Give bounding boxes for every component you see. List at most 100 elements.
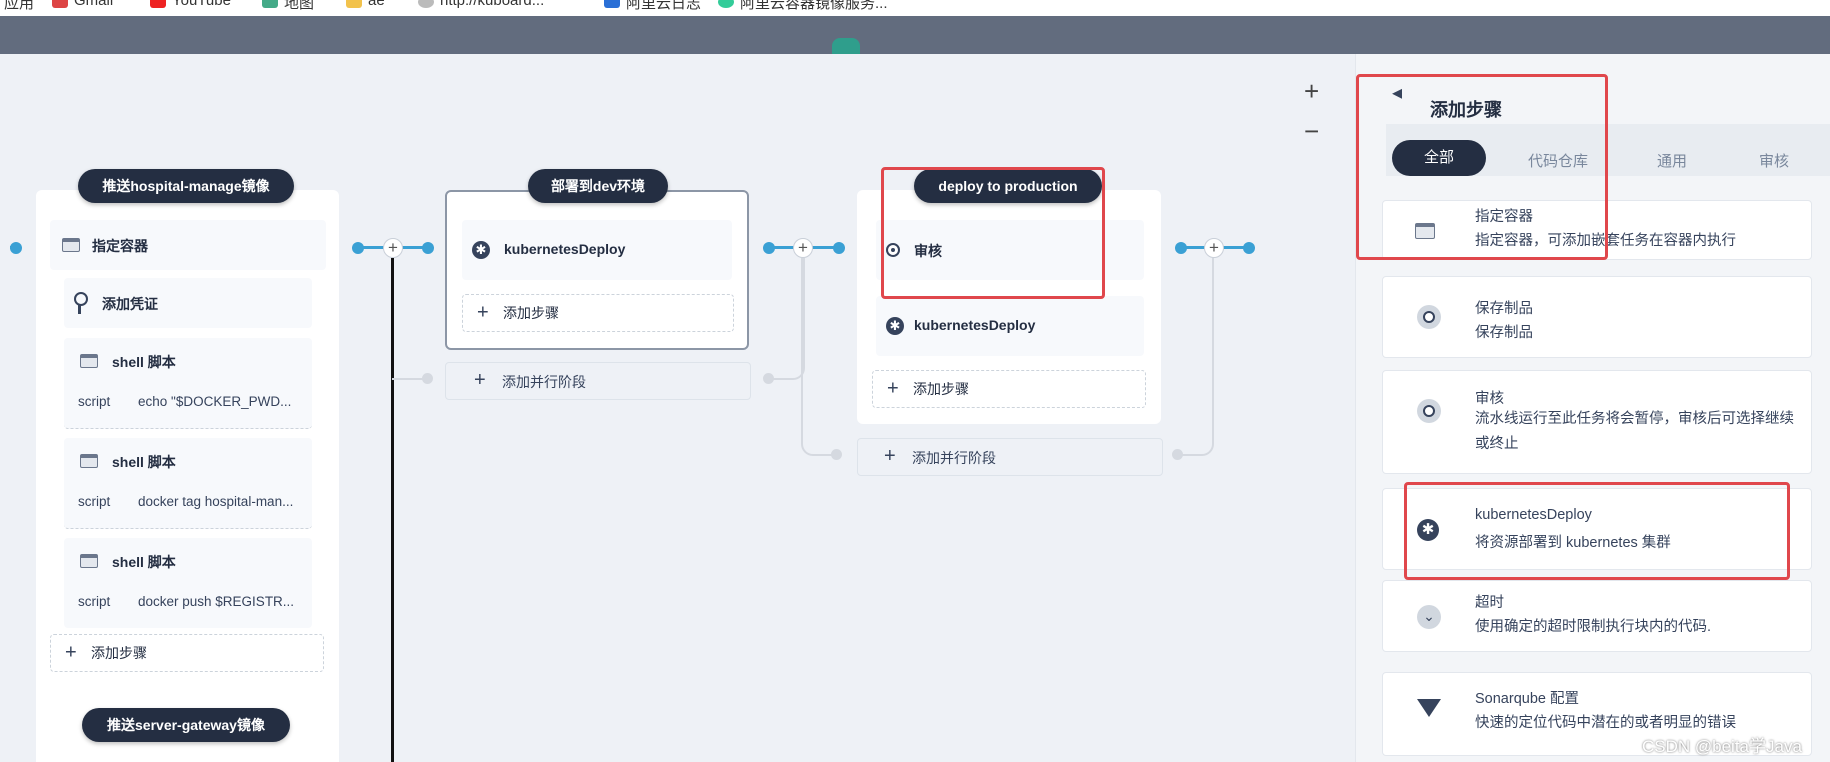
connector-dot	[763, 242, 775, 254]
aliyun-icon	[604, 0, 620, 8]
terminal-icon	[80, 454, 98, 468]
add-parallel-label: 添加并行阶段	[912, 450, 996, 466]
zoom-out-button[interactable]: −	[1304, 118, 1319, 144]
parallel-connector-curve	[1176, 258, 1214, 456]
zoom-in-button[interactable]: +	[1304, 78, 1319, 104]
plus-icon: +	[477, 301, 489, 324]
kubesphere-logo-icon	[832, 38, 860, 54]
step-item[interactable]: ✱ kubernetesDeploy	[462, 220, 732, 280]
script-label: script	[78, 394, 111, 409]
parallel-connector-curve	[801, 258, 839, 456]
bookmark-maps[interactable]: 地图	[284, 0, 314, 13]
task-description: 使用确定的超时限制执行块内的代码.	[1475, 619, 1712, 635]
step-title: kubernetesDeploy	[914, 317, 1036, 333]
step-title: shell 脚本	[112, 554, 176, 570]
task-description: 流水线运行至此任务将会暂停，审核后可选择继续或终止	[1475, 411, 1794, 452]
add-parallel-stage-button[interactable]: + 添加并行阶段	[857, 438, 1163, 476]
bookmark-kuboard[interactable]: http://kuboard...	[440, 0, 544, 9]
highlight-box	[1404, 482, 1790, 580]
artifact-icon	[1417, 305, 1441, 329]
task-description: 保存制品	[1475, 325, 1533, 341]
parallel-connector-dot	[763, 373, 774, 384]
parallel-connector-dot	[422, 373, 433, 384]
bookmark-apps[interactable]: 应用	[4, 0, 34, 13]
youtube-icon	[150, 0, 166, 8]
script-label: script	[78, 494, 111, 509]
add-stage-button[interactable]: +	[793, 238, 813, 258]
key-icon	[74, 292, 88, 306]
kubernetes-icon: ✱	[472, 241, 490, 259]
highlight-box	[1356, 74, 1608, 260]
stage-title[interactable]: 推送hospital-manage镜像	[78, 169, 294, 203]
terminal-icon	[62, 238, 80, 252]
add-step-label: 添加步骤	[91, 645, 147, 661]
add-step-button[interactable]: + 添加步骤	[50, 634, 324, 672]
add-parallel-label: 添加并行阶段	[502, 374, 586, 390]
add-parallel-stage-button[interactable]: + 添加并行阶段	[445, 362, 751, 400]
bookmark-aliyun-registry[interactable]: 阿里云容器镜像服务...	[740, 0, 888, 13]
task-name: 审核	[1475, 391, 1504, 407]
connector-dot	[422, 242, 434, 254]
add-stage-button[interactable]: +	[383, 238, 403, 258]
connector-dot	[1175, 242, 1187, 254]
connector-line	[10, 246, 20, 249]
stage-title[interactable]: 部署到dev环境	[528, 169, 668, 203]
plus-icon: +	[474, 369, 486, 391]
step-title: 添加凭证	[102, 296, 158, 312]
step-item[interactable]: 指定容器	[50, 220, 326, 270]
task-name: 保存制品	[1475, 301, 1533, 317]
parallel-connector-dot	[1172, 449, 1183, 460]
connector-dot	[352, 242, 364, 254]
connector-dot	[833, 242, 845, 254]
step-item[interactable]: ✱ kubernetesDeploy	[876, 296, 1144, 356]
terminal-icon	[80, 554, 98, 568]
task-item[interactable]: 审核 流水线运行至此任务将会暂停，审核后可选择继续或终止	[1382, 370, 1812, 474]
step-item[interactable]: 添加凭证	[64, 278, 312, 328]
vertical-divider-line	[391, 258, 394, 762]
folder-icon	[346, 0, 362, 8]
script-value: echo "$DOCKER_PWD...	[138, 394, 292, 409]
connector-dot	[1243, 242, 1255, 254]
bookmark-gmail[interactable]: Gmail	[74, 0, 113, 9]
bookmark-ae[interactable]: ae	[368, 0, 385, 9]
pipeline-canvas: + − + + + 推送hospital-manage镜像 指定容器 添加凭证 …	[0, 54, 1355, 762]
sonarqube-icon	[1417, 699, 1441, 717]
tab-review[interactable]: 审核	[1744, 150, 1804, 171]
globe-icon	[418, 0, 434, 8]
plus-icon: +	[884, 445, 896, 467]
tab-general[interactable]: 通用	[1642, 150, 1702, 171]
kubernetes-icon: ✱	[886, 317, 904, 335]
app-header	[0, 16, 1830, 54]
highlight-box	[881, 167, 1105, 299]
review-icon	[1417, 399, 1441, 423]
step-title: shell 脚本	[112, 454, 176, 470]
gmail-icon	[52, 0, 68, 8]
add-step-panel: ◂ 添加步骤 全部 代码仓库 通用 审核 指定容器 指定容器，可添加嵌套任务在容…	[1355, 54, 1830, 762]
bookmark-youtube[interactable]: YouTube	[172, 0, 231, 9]
step-title: shell 脚本	[112, 354, 176, 370]
add-step-label: 添加步骤	[913, 381, 969, 397]
watermark: CSDN @beita学Java	[1642, 737, 1802, 756]
script-value: docker tag hospital-man...	[138, 494, 294, 509]
task-item[interactable]: 保存制品 保存制品	[1382, 276, 1812, 358]
plus-icon: +	[887, 377, 899, 400]
step-item[interactable]: shell 脚本 script docker push $REGISTR...	[64, 538, 312, 628]
timeout-icon: ⌄	[1417, 605, 1441, 629]
stage-title[interactable]: 推送server-gateway镜像	[82, 708, 290, 742]
task-name: Sonarqube 配置	[1475, 691, 1579, 707]
add-step-button[interactable]: + 添加步骤	[872, 370, 1146, 408]
script-value: docker push $REGISTR...	[138, 594, 295, 609]
step-item[interactable]: shell 脚本 script docker tag hospital-man.…	[64, 438, 312, 529]
bookmark-aliyun-log[interactable]: 阿里云日志	[626, 0, 701, 13]
maps-icon	[262, 0, 278, 8]
terminal-icon	[80, 354, 98, 368]
task-description: 快速的定位代码中潜在的或者明显的错误	[1475, 715, 1736, 731]
parallel-connector-dot	[831, 449, 842, 460]
add-stage-button[interactable]: +	[1204, 238, 1224, 258]
task-item[interactable]: ⌄ 超时 使用确定的超时限制执行块内的代码.	[1382, 580, 1812, 652]
step-title: kubernetesDeploy	[504, 241, 626, 257]
step-item[interactable]: shell 脚本 script echo "$DOCKER_PWD...	[64, 338, 312, 429]
add-step-button[interactable]: + 添加步骤	[462, 294, 734, 332]
add-step-label: 添加步骤	[503, 305, 559, 321]
script-label: script	[78, 594, 111, 609]
